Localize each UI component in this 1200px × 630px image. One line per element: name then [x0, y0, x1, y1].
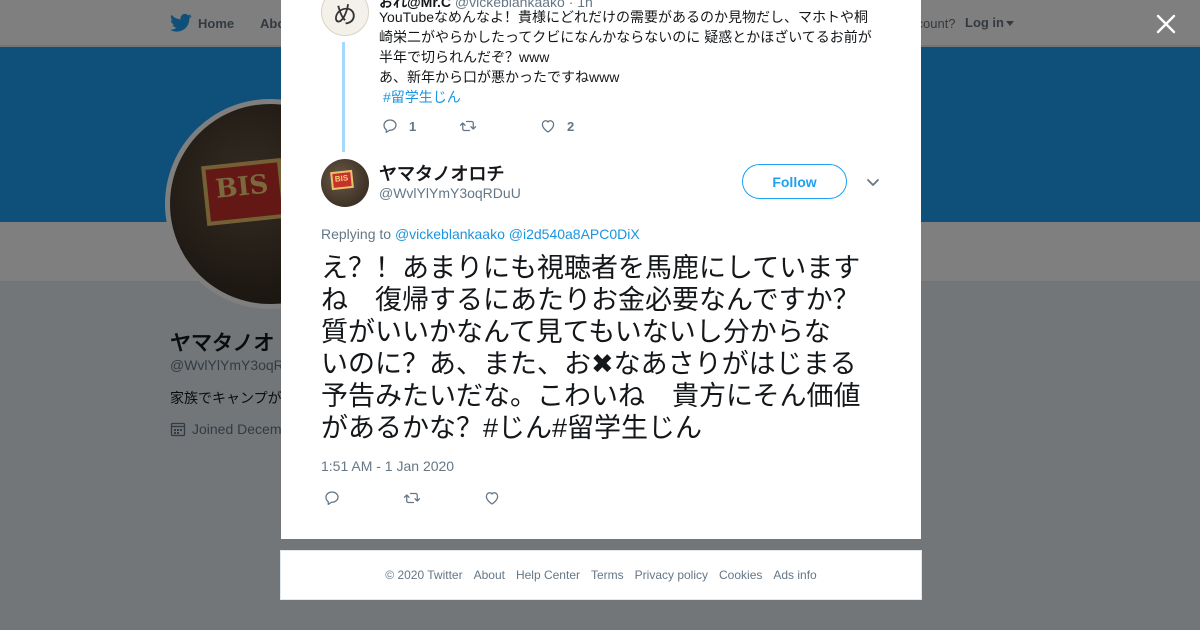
reply-tweet-actions: 1 2	[381, 117, 574, 135]
main-author-handle[interactable]: @WvlYlYmY3oqRDuU	[379, 185, 521, 201]
footer-link-terms[interactable]: Terms	[591, 568, 624, 582]
like-count: 2	[567, 118, 575, 134]
reply-tweet-text: YouTubeなめんなよ！貴様にどれだけの需要があるのか見物だし、マホトや桐 崎…	[379, 7, 879, 87]
main-tweet-text: え？！あまりにも視聴者を馬鹿にしています ね 復帰するにあたりお金必要なんですか…	[321, 252, 891, 444]
tweet-text-line: いのに？あ、また、お✖なあさりがはじまる	[321, 349, 857, 379]
tweet-text-line: があるかな？#じん#留学生じん	[321, 413, 703, 443]
reply-action-reply[interactable]: 1	[381, 117, 459, 135]
footer-link-help-center[interactable]: Help Center	[516, 568, 580, 582]
close-icon	[1156, 14, 1176, 34]
chevron-down-icon	[867, 179, 879, 186]
reply-icon	[383, 119, 397, 134]
more-options-button[interactable]	[865, 174, 881, 190]
main-action-retweet[interactable]	[403, 489, 483, 507]
reply-text-line: 半年で切られんだぞ？www	[379, 49, 550, 65]
heart-icon	[541, 120, 555, 133]
biscuit-label: BIS	[330, 169, 354, 191]
reply-count: 1	[409, 118, 417, 134]
footer-link-cookies[interactable]: Cookies	[719, 568, 762, 582]
modal-footer: © 2020 Twitter About Help Center Terms P…	[280, 550, 922, 600]
retweet-icon	[403, 492, 421, 504]
tweet-modal: め おれ@Mr.C @vickeblankaako · 1h YouTubeなめ…	[281, 0, 921, 539]
reply-text-line: YouTubeなめんなよ！貴様にどれだけの需要があるのか見物だし、マホトや桐	[379, 9, 869, 25]
main-author-name[interactable]: ヤマタノオロチ	[379, 160, 504, 186]
footer-link-about[interactable]: About	[474, 568, 505, 582]
replying-to: Replying to @vickeblankaako @i2d540a8APC…	[321, 226, 640, 242]
main-tweet-actions	[323, 489, 501, 507]
reply-action-retweet[interactable]	[459, 117, 539, 135]
biscuit-label-text: BIS	[334, 173, 349, 184]
close-button[interactable]	[1154, 12, 1178, 36]
reply-avatar-glyph: め	[333, 1, 357, 29]
heart-icon	[485, 492, 499, 505]
mention-link[interactable]: @i2d540a8APC0DiX	[509, 226, 640, 242]
footer-link-ads-info[interactable]: Ads info	[773, 568, 816, 582]
tweet-text-line: ね 復帰するにあたりお金必要なんですか？	[321, 285, 860, 315]
reply-text-line: あ、新年から口が悪かったですねwww	[379, 69, 620, 85]
tweet-text-line: 質がいいかなんて見てもいないし分からな	[321, 317, 831, 347]
reply-icon	[325, 491, 339, 506]
tweet-text-line: 予告みたいだな。こわいね 貴方にそん価値	[321, 381, 861, 411]
thread-connector	[342, 42, 345, 152]
mention-link[interactable]: @vickeblankaako	[395, 226, 505, 242]
replying-to-prefix: Replying to	[321, 226, 392, 242]
main-author-avatar[interactable]: BIS	[321, 159, 369, 207]
retweet-icon	[459, 120, 477, 132]
reply-hashtag-link[interactable]: #留学生じん	[383, 87, 461, 107]
footer-link-privacy[interactable]: Privacy policy	[635, 568, 708, 582]
tweet-text-line: え？！あまりにも視聴者を馬鹿にしています	[321, 253, 861, 283]
reply-action-like[interactable]: 2	[539, 117, 574, 135]
follow-button[interactable]: Follow	[742, 164, 847, 199]
main-action-like[interactable]	[483, 489, 501, 507]
footer-copyright: © 2020 Twitter	[385, 568, 463, 582]
reply-text-line: 崎栄二がやらかしたってクビになんかならないのに 疑惑とかほざいてるお前が	[379, 29, 872, 45]
tweet-timestamp[interactable]: 1:51 AM - 1 Jan 2020	[321, 458, 454, 474]
reply-author-avatar[interactable]: め	[321, 0, 369, 36]
main-action-reply[interactable]	[323, 489, 403, 507]
